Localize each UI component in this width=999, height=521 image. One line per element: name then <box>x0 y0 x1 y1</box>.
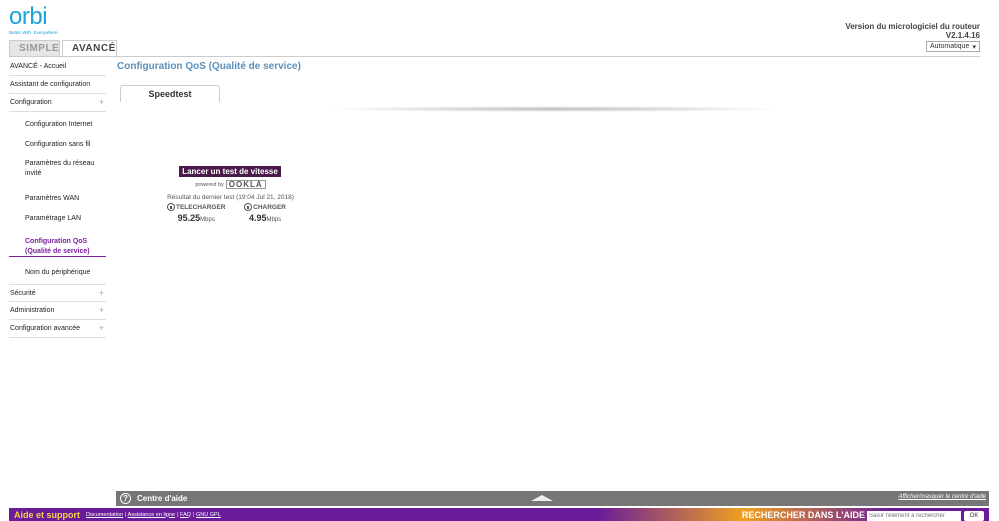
expand-icon[interactable]: + <box>99 323 104 332</box>
expand-arrow-icon[interactable] <box>531 495 553 501</box>
speedtest-panel: Lancer un test de vitesse powered by OOK… <box>165 166 296 223</box>
sidebar-item-internet-setup[interactable]: Configuration Internet <box>9 120 106 140</box>
ookla-logo: OOKLA <box>225 180 266 189</box>
search-ok-button[interactable]: OK <box>964 511 984 521</box>
online-support-link[interactable]: Assistance en ligne <box>128 512 175 518</box>
sidebar-item-configuration[interactable]: Configuration + <box>9 94 106 112</box>
tab-speedtest[interactable]: Speedtest <box>120 85 220 102</box>
powered-by: powered by OOKLA <box>165 180 296 189</box>
sidebar-item-guest-network[interactable]: Paramètres du réseau invité <box>9 159 106 194</box>
upload-label: CHARGER <box>253 203 286 211</box>
page-title: Configuration QoS (Qualité de service) <box>117 61 301 72</box>
sidebar-item-lan-setup[interactable]: Paramétrage LAN <box>9 214 106 237</box>
logo-tagline: Better WiFi. Everywhere. <box>9 30 59 35</box>
expand-icon[interactable]: + <box>99 305 104 314</box>
powered-by-label: powered by <box>195 181 224 188</box>
firmware-label: Version du micrologiciel du routeur <box>845 22 980 31</box>
sidebar-item-label: Configuration avancée <box>10 324 81 332</box>
language-value: Automatique <box>930 43 970 50</box>
mode-tabs: SIMPLE AVANCÉ <box>9 40 119 57</box>
footer-title: Aide et support <box>14 509 81 520</box>
sidebar-item-advanced-setup[interactable]: Configuration avancée + <box>9 320 106 338</box>
help-center-label: Centre d'aide <box>137 494 188 503</box>
tab-avance[interactable]: AVANCÉ <box>62 40 117 57</box>
sidebar-item-wireless-setup[interactable]: Configuration sans fil <box>9 140 106 160</box>
sidebar-item-label: Sécurité <box>10 289 36 297</box>
sidebar-item-qos-setup[interactable]: Configuration QoS (Qualité de service) <box>9 237 106 257</box>
help-center-bar: ? Centre d'aide Afficher/masquer le cent… <box>116 491 989 506</box>
last-result-label: Résultat du dernier test (19:04 Jul 21, … <box>167 194 294 201</box>
upload-unit: Mbps <box>266 217 282 223</box>
expand-icon[interactable]: + <box>99 98 104 107</box>
sidebar-item-label: Administration <box>10 306 55 314</box>
download-label: TELECHARGER <box>176 203 226 211</box>
sidebar-item-home[interactable]: AVANCÉ - Accueil <box>9 58 106 76</box>
sidebar-item-label: Assistant de configuration <box>10 81 91 88</box>
sidebar-submenu: Configuration Internet Configuration san… <box>9 112 106 284</box>
help-icon: ? <box>120 493 131 504</box>
logo-wordmark: orbi <box>9 3 48 30</box>
upload-value: 4.95 <box>248 213 267 223</box>
sidebar-item-label: Configuration <box>10 99 52 106</box>
firmware-version: Version du micrologiciel du routeur V2.1… <box>845 22 980 40</box>
expand-icon[interactable]: + <box>99 288 104 297</box>
footer-links: Documentation | Assistance en ligne | FAQ |… <box>86 511 221 518</box>
sidebar: AVANCÉ - Accueil Assistant de configurat… <box>9 58 106 338</box>
language-select[interactable]: Automatique ▾ <box>926 41 980 52</box>
launch-speedtest-button[interactable]: Lancer un test de vitesse <box>179 166 281 177</box>
support-footer: Aide et support Documentation | Assistanc… <box>9 508 989 521</box>
download-unit: Mbps <box>200 217 215 223</box>
orbi-logo: orbi Better WiFi. Everywhere. <box>9 3 59 36</box>
help-search-input[interactable] <box>867 511 961 521</box>
divider <box>325 106 785 112</box>
sidebar-item-setup-wizard[interactable]: Assistant de configuration <box>9 76 106 94</box>
help-search-label: RECHERCHER DANS L'AIDE <box>741 510 865 520</box>
download-value: 95.25 <box>177 213 201 223</box>
sidebar-item-device-name[interactable]: Nom du périphérique <box>9 268 106 284</box>
tab-simple[interactable]: SIMPLE <box>9 40 60 57</box>
upload-icon <box>244 203 253 211</box>
speed-metrics: TELECHARGER 95.25Mbps CHARGER 4.95Mbps <box>165 203 296 223</box>
faq-link[interactable]: FAQ <box>180 512 191 518</box>
sidebar-item-label: AVANCÉ - Accueil <box>10 63 67 70</box>
upload-metric: CHARGER 4.95Mbps <box>244 203 286 223</box>
chevron-down-icon: ▾ <box>972 43 976 51</box>
firmware-number: V2.1.4.16 <box>945 31 980 40</box>
gnu-gpl-link[interactable]: GNU GPL <box>196 512 221 518</box>
toggle-help-link[interactable]: Afficher/masquer le centre d'aide <box>898 494 986 500</box>
download-icon <box>167 203 175 211</box>
tab-divider <box>9 56 980 57</box>
sidebar-item-wan-setup[interactable]: Paramètres WAN <box>9 194 106 214</box>
documentation-link[interactable]: Documentation <box>86 512 123 518</box>
sidebar-item-administration[interactable]: Administration + <box>9 302 106 320</box>
download-metric: TELECHARGER 95.25Mbps <box>167 203 225 223</box>
sidebar-item-security[interactable]: Sécurité + <box>9 283 106 302</box>
